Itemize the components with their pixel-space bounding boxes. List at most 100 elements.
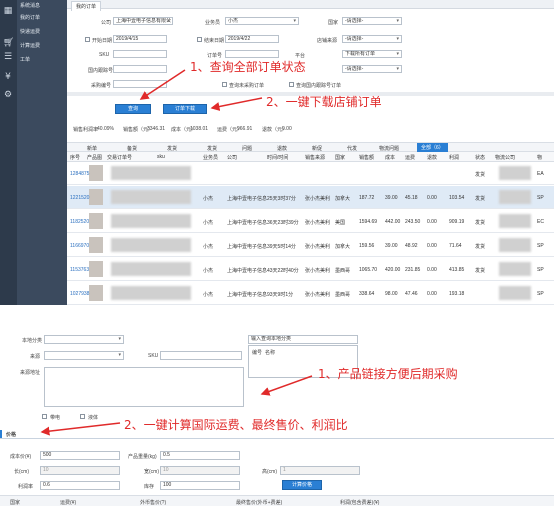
width-input[interactable]: 10 bbox=[160, 466, 240, 475]
product-thumbnail bbox=[89, 261, 103, 277]
menu-item-messages[interactable]: 系统消息 bbox=[20, 2, 40, 9]
menu-item-calc-freight[interactable]: 计算运费 bbox=[20, 42, 40, 49]
width-label: 宽(cm) bbox=[144, 469, 159, 475]
product-thumbnail bbox=[89, 213, 103, 229]
tab-my-orders[interactable]: 我的订单 bbox=[71, 1, 102, 11]
download-orders-button[interactable]: 订单下载 bbox=[163, 104, 207, 114]
cell-refund: 0.00 bbox=[427, 219, 437, 225]
grid-icon[interactable]: ▦ bbox=[3, 6, 13, 16]
menu-item-shipping[interactable]: 快递运费 bbox=[20, 28, 40, 35]
tab-issue[interactable]: 问题 bbox=[242, 145, 252, 152]
annotation-product-link: 1、产品链接方便后期采购 bbox=[318, 367, 458, 381]
col-time: 时间/时间 bbox=[267, 155, 289, 161]
length-input[interactable]: 10 bbox=[40, 466, 120, 475]
summary-bar: 销售利润率 40.09% 销售额（元） 3346.31 成本（元） 1038.0… bbox=[67, 124, 554, 134]
cell-id[interactable]: 1284875 bbox=[70, 171, 89, 177]
domestic-tracking-label: 国内跟踪号 bbox=[88, 68, 114, 74]
profit-rate-input[interactable]: 0.6 bbox=[40, 481, 120, 490]
purchase-no-input[interactable] bbox=[113, 80, 167, 88]
tab-stocking[interactable]: 备货 bbox=[127, 145, 137, 152]
tab-promo[interactable]: 新促 bbox=[312, 145, 322, 152]
col-trade-no: 交易订单号 bbox=[107, 155, 133, 161]
cart-icon[interactable]: 🛒︎ bbox=[3, 38, 14, 48]
cell-freight: 243.50 bbox=[405, 219, 421, 225]
cell-cost: 98.00 bbox=[385, 291, 398, 297]
annotation-query-all: 1、查询全部订单状态 bbox=[190, 60, 306, 74]
tab-ship-a[interactable]: 发货 bbox=[167, 145, 177, 152]
weight-input[interactable]: 0.5 bbox=[160, 451, 240, 460]
tracking-filter-select[interactable]: -请选择- bbox=[342, 65, 402, 73]
source-url-textarea[interactable] bbox=[44, 367, 244, 407]
tab-logistics-issue[interactable]: 物流问题 bbox=[379, 145, 399, 152]
grid-header: 序号 产品图 交易订单号 sku 业务员 公司 时间/时间 销售来源 国家 销售… bbox=[67, 152, 554, 162]
company-label: 公司 bbox=[101, 20, 112, 26]
country-select[interactable]: -请选择- bbox=[342, 17, 402, 25]
domestic-tracking-input[interactable] bbox=[113, 65, 167, 73]
col-carrier: 物流公司 bbox=[495, 155, 516, 161]
cell-id[interactable]: 1166970 bbox=[70, 243, 89, 249]
company-select[interactable]: 上海中壹电子信息有限公 bbox=[113, 17, 173, 25]
cost-price-input[interactable]: 500 bbox=[40, 451, 120, 460]
gears-icon[interactable]: ⚙ bbox=[3, 90, 13, 100]
cell-carrier: SP bbox=[537, 195, 544, 201]
cell-refund: 0.00 bbox=[427, 267, 437, 273]
cell-status: 发货 bbox=[475, 196, 486, 202]
redacted-order-info bbox=[111, 286, 191, 300]
cell-freight: 231.85 bbox=[405, 267, 421, 273]
cell-store: 张小杰美利 bbox=[305, 196, 331, 202]
tab-dropship[interactable]: 代发 bbox=[347, 145, 357, 152]
menu-item-my-orders[interactable]: 我的订单 bbox=[20, 14, 40, 21]
query-button[interactable]: 查询 bbox=[115, 104, 151, 114]
domestic-tracking-checkbox[interactable] bbox=[289, 82, 294, 87]
table-row[interactable]: 1153763 小杰 上海中壹电子信息 43天22时40分 张小杰美利 墨西哥 1065.7… bbox=[67, 258, 554, 281]
cell-id[interactable]: 1221520 bbox=[70, 195, 89, 201]
sku-input-bottom[interactable] bbox=[160, 351, 242, 360]
table-row[interactable]: 1166970 小杰 上海中壹电子信息 39天5时14分 张小杰美利 加拿大 159.56 3… bbox=[67, 234, 554, 257]
liquid-checkbox[interactable] bbox=[80, 414, 85, 419]
table-row[interactable]: 1182520 小杰 上海中壹电子信息 36天23时39分 张小杰美利 美国 1594.69… bbox=[67, 210, 554, 233]
cell-company: 上海中壹电子信息 bbox=[227, 292, 268, 298]
cell-sales: 1065.70 bbox=[359, 267, 378, 273]
cell-salesman: 小杰 bbox=[203, 196, 214, 202]
tab-new[interactable]: 新单 bbox=[87, 145, 97, 152]
cell-id[interactable]: 1153763 bbox=[70, 267, 89, 273]
platform-select[interactable]: 下载所有订单 bbox=[342, 50, 402, 58]
start-date-input[interactable]: 2019/4/15 bbox=[113, 35, 167, 43]
end-date-input[interactable]: 2019/4/22 bbox=[225, 35, 279, 43]
store-source-select[interactable]: -请选择- bbox=[342, 35, 402, 43]
sku-input[interactable] bbox=[113, 50, 167, 58]
height-input[interactable]: 1 bbox=[280, 466, 360, 475]
table-row[interactable]: 1027938 小杰 上海中壹电子信息 93天9时1分 张小杰美利 墨西哥 338.64 98… bbox=[67, 282, 554, 305]
tab-all[interactable]: 全部（6） bbox=[417, 143, 448, 152]
battery-checkbox[interactable] bbox=[42, 414, 47, 419]
yen-icon[interactable]: ¥ bbox=[3, 72, 13, 82]
local-category-select[interactable] bbox=[44, 335, 124, 344]
calculate-price-button[interactable]: 计算价格 bbox=[282, 480, 322, 490]
table-row[interactable]: 1221520 小杰 上海中壹电子信息 25天3时37分 张小杰美利 加拿大 187.72 3… bbox=[67, 186, 554, 209]
start-date-checkbox[interactable] bbox=[85, 37, 90, 42]
cell-company: 上海中壹电子信息 bbox=[227, 196, 268, 202]
cell-country: 墨西哥 bbox=[335, 268, 351, 274]
menu-item-tickets[interactable]: 工单 bbox=[20, 56, 30, 63]
tab-ship-b[interactable]: 发货 bbox=[207, 145, 217, 152]
liquid-label: 液体 bbox=[88, 415, 99, 421]
source-select[interactable] bbox=[44, 351, 124, 360]
cell-company: 上海中壹电子信息 bbox=[227, 244, 268, 250]
cell-company: 上海中壹电子信息 bbox=[227, 220, 268, 226]
col-sku: sku bbox=[157, 154, 165, 160]
redacted-tracking bbox=[499, 166, 531, 180]
cell-id[interactable]: 1027938 bbox=[70, 291, 89, 297]
col-salesman: 业务员 bbox=[203, 155, 219, 161]
tab-refund[interactable]: 退款 bbox=[277, 145, 287, 152]
list-icon[interactable]: ☰ bbox=[3, 52, 13, 62]
order-no-input[interactable] bbox=[225, 50, 279, 58]
cell-id[interactable]: 1182520 bbox=[70, 219, 89, 225]
unpurchased-checkbox[interactable] bbox=[222, 82, 227, 87]
stock-input[interactable]: 100 bbox=[160, 481, 240, 490]
source-label: 来源 bbox=[30, 354, 41, 360]
table-row[interactable]: 1284875 发货 EA bbox=[67, 162, 554, 185]
local-category-search-input[interactable]: 输入查询本地分类 bbox=[248, 335, 358, 344]
end-date-checkbox[interactable] bbox=[197, 37, 202, 42]
salesman-select[interactable]: 小杰 bbox=[225, 17, 299, 25]
length-label: 长(cm) bbox=[14, 469, 29, 475]
